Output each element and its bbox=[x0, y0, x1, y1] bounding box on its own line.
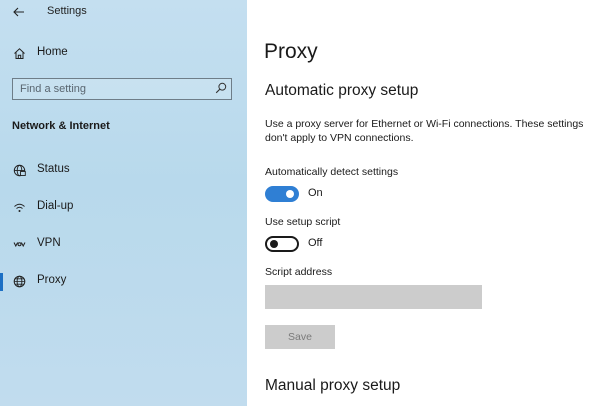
sidebar-item-label: Home bbox=[37, 46, 68, 58]
search-box bbox=[12, 78, 232, 100]
sidebar-item-label: Dial-up bbox=[37, 200, 74, 212]
settings-window: Settings Home Network & Internet bbox=[0, 0, 600, 406]
script-address-label: Script address bbox=[265, 266, 333, 278]
globe-icon bbox=[12, 274, 26, 288]
title-bar: Settings bbox=[0, 0, 247, 24]
automatic-proxy-description: Use a proxy server for Ethernet or Wi-Fi… bbox=[265, 118, 584, 144]
setup-script-toggle[interactable] bbox=[265, 236, 299, 252]
automatic-proxy-heading: Automatic proxy setup bbox=[265, 82, 419, 99]
setup-script-state: Off bbox=[308, 237, 323, 249]
save-button[interactable]: Save bbox=[265, 325, 335, 349]
toggle-knob bbox=[286, 190, 294, 198]
sidebar-item-label: VPN bbox=[37, 237, 61, 249]
sidebar-item-status[interactable]: Status bbox=[0, 160, 247, 182]
home-icon bbox=[12, 46, 26, 60]
back-button[interactable] bbox=[10, 3, 28, 21]
script-address-input[interactable] bbox=[265, 285, 482, 309]
sidebar: Settings Home Network & Internet bbox=[0, 0, 247, 406]
setup-script-label: Use setup script bbox=[265, 216, 341, 228]
toggle-knob bbox=[270, 240, 278, 248]
detect-settings-row: On bbox=[265, 186, 465, 204]
globe-status-icon bbox=[12, 163, 26, 177]
sidebar-item-vpn[interactable]: VPN bbox=[0, 234, 247, 256]
main-content: Proxy Automatic proxy setup Use a proxy … bbox=[247, 0, 600, 406]
sidebar-item-proxy[interactable]: Proxy bbox=[0, 271, 247, 293]
arrow-left-icon bbox=[13, 7, 24, 17]
dialup-icon bbox=[12, 200, 26, 214]
sidebar-item-label: Proxy bbox=[37, 274, 67, 286]
vpn-icon bbox=[12, 237, 26, 251]
search-input[interactable] bbox=[13, 79, 216, 98]
detect-settings-label: Automatically detect settings bbox=[265, 166, 399, 178]
sidebar-item-dial-up[interactable]: Dial-up bbox=[0, 197, 247, 219]
setup-script-row: Off bbox=[265, 236, 465, 254]
detect-settings-state: On bbox=[308, 187, 323, 199]
detect-settings-toggle[interactable] bbox=[265, 186, 299, 202]
sidebar-item-home[interactable]: Home bbox=[0, 43, 247, 65]
sidebar-item-label: Status bbox=[37, 163, 70, 175]
search-icon[interactable] bbox=[215, 82, 227, 94]
page-title: Proxy bbox=[264, 40, 318, 63]
manual-proxy-heading: Manual proxy setup bbox=[265, 377, 401, 394]
app-title: Settings bbox=[47, 5, 87, 17]
sidebar-section-heading: Network & Internet bbox=[12, 120, 110, 132]
